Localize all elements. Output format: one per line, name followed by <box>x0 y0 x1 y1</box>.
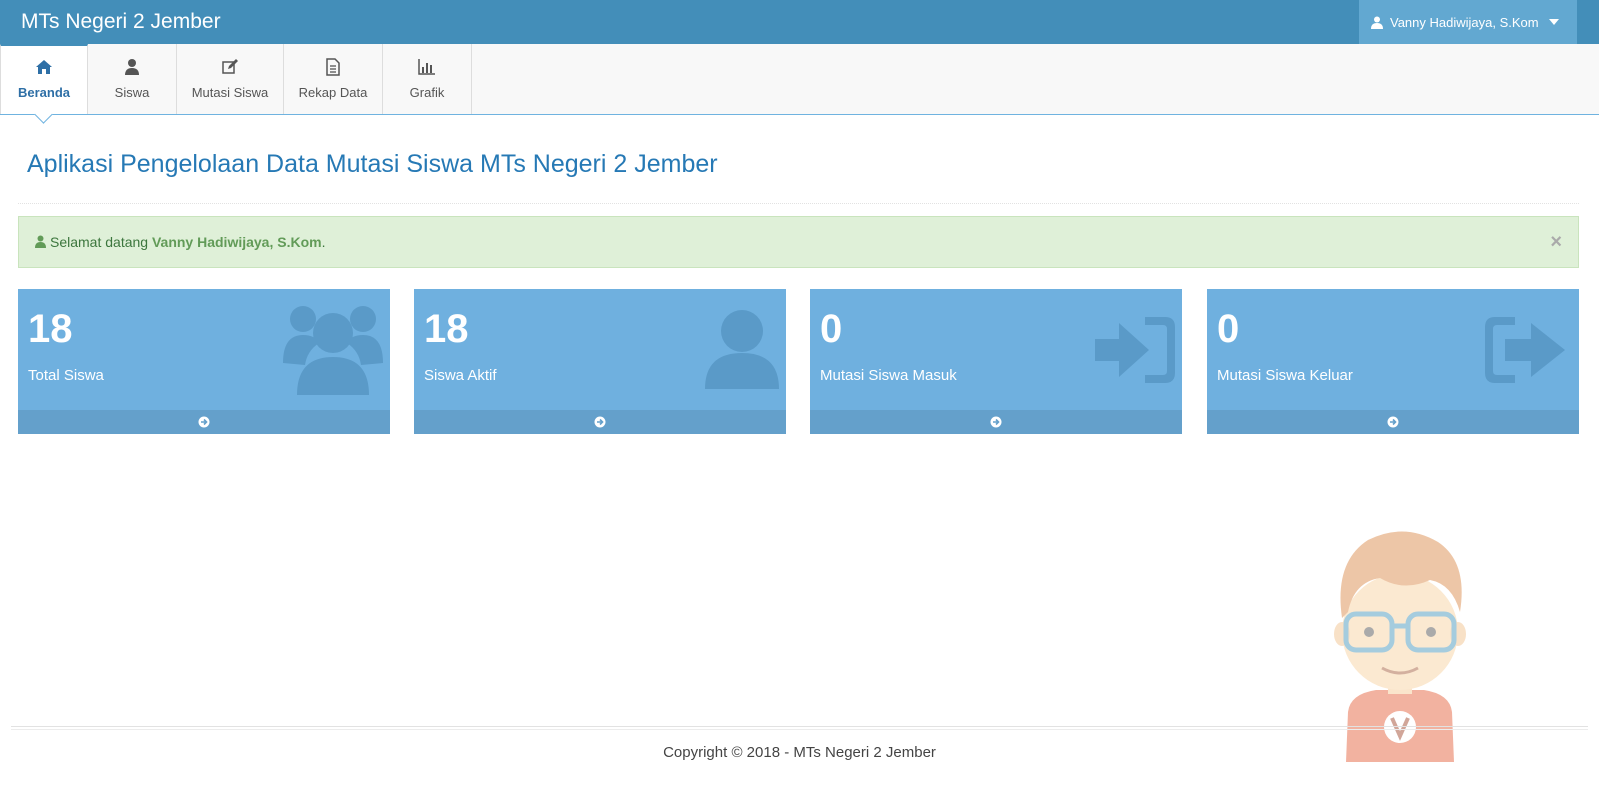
brand-title[interactable]: MTs Negeri 2 Jember <box>21 0 221 44</box>
users-icon <box>283 306 383 395</box>
arrow-circle-right-icon <box>198 416 210 428</box>
arrow-circle-right-icon <box>990 416 1002 428</box>
alert-user-name: Vanny Hadiwijaya, S.Kom <box>151 234 322 250</box>
alert-suffix: . <box>321 234 326 250</box>
document-icon <box>326 58 340 76</box>
sign-out-icon <box>1485 317 1565 383</box>
caret-down-icon <box>1548 19 1559 25</box>
stat-label: Total Siswa <box>28 367 104 384</box>
close-icon[interactable]: × <box>1550 217 1562 267</box>
stat-value: 18 <box>424 307 469 351</box>
user-icon <box>35 235 46 248</box>
stat-value: 0 <box>1217 307 1240 351</box>
stat-label: Siswa Aktif <box>424 367 497 384</box>
stat-box-siswa-aktif: 18 Siswa Aktif <box>414 289 786 434</box>
stat-more-link[interactable] <box>810 410 1182 434</box>
active-pointer <box>34 105 53 124</box>
nav-label: Grafik <box>409 85 445 100</box>
nav-item-beranda[interactable]: Beranda <box>0 44 88 124</box>
page-title: Aplikasi Pengelolaan Data Mutasi Siswa M… <box>27 150 718 178</box>
nav-label: Mutasi Siswa <box>191 85 269 100</box>
user-icon <box>125 59 139 75</box>
user-name: Vanny Hadiwijaya, S.Kom <box>1390 14 1539 30</box>
nav-item-siswa[interactable]: Siswa <box>88 44 177 114</box>
user-icon <box>1371 16 1383 29</box>
home-icon <box>36 60 52 74</box>
nav-label: Rekap Data <box>298 85 368 100</box>
stat-value: 18 <box>28 307 73 351</box>
bar-chart-icon <box>418 59 435 75</box>
stat-box-mutasi-masuk: 0 Mutasi Siswa Masuk <box>810 289 1182 434</box>
arrow-circle-right-icon <box>1387 416 1399 428</box>
nav-label: Siswa <box>114 85 150 100</box>
arrow-circle-right-icon <box>594 416 606 428</box>
welcome-alert: Selamat datang Vanny Hadiwijaya, S.Kom. … <box>18 216 1579 268</box>
footer-divider <box>11 726 1588 727</box>
edit-icon <box>222 59 238 74</box>
alert-prefix: Selamat datang <box>50 234 152 250</box>
top-navbar: MTs Negeri 2 Jember Vanny Hadiwijaya, S.… <box>0 0 1599 44</box>
header-divider <box>18 203 1579 204</box>
nav-item-mutasi-siswa[interactable]: Mutasi Siswa <box>177 44 284 114</box>
user-menu-dropdown[interactable]: Vanny Hadiwijaya, S.Kom <box>1359 0 1577 44</box>
footer-divider <box>11 729 1588 730</box>
stat-more-link[interactable] <box>414 410 786 434</box>
nav-label: Beranda <box>17 85 71 100</box>
nav-item-grafik[interactable]: Grafik <box>383 44 472 114</box>
nav-item-rekap-data[interactable]: Rekap Data <box>284 44 383 114</box>
stat-more-link[interactable] <box>18 410 390 434</box>
copyright-text: Copyright © 2018 - MTs Negeri 2 Jember <box>663 744 936 761</box>
stat-box-total-siswa: 18 Total Siswa <box>18 289 390 434</box>
stat-box-mutasi-keluar: 0 Mutasi Siswa Keluar <box>1207 289 1579 434</box>
stat-value: 0 <box>820 307 843 351</box>
main-nav: Beranda Siswa Mutasi Siswa Rekap Data Gr… <box>0 44 1599 124</box>
stat-more-link[interactable] <box>1207 410 1579 434</box>
stat-label: Mutasi Siswa Masuk <box>820 367 957 384</box>
stat-label: Mutasi Siswa Keluar <box>1217 367 1353 384</box>
sign-in-icon <box>1095 317 1175 383</box>
user-icon <box>705 310 779 389</box>
